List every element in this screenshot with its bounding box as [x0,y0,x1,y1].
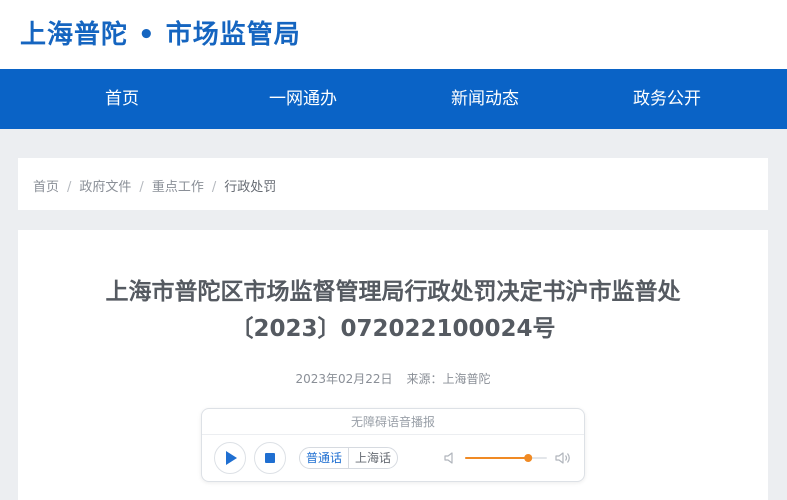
breadcrumb: 首页 / 政府文件 / 重点工作 / 行政处罚 [33,176,276,195]
nav-item-news[interactable]: 新闻动态 [415,69,555,129]
breadcrumb-panel: 首页 / 政府文件 / 重点工作 / 行政处罚 [18,158,768,210]
volume-slider[interactable] [465,449,547,467]
breadcrumb-separator: / [211,180,217,195]
play-button[interactable] [214,442,246,474]
article-source: 上海普陀 [442,372,491,386]
breadcrumb-separator: / [139,180,144,195]
volume-low-icon[interactable] [442,449,460,467]
stop-icon [265,453,275,463]
breadcrumb-separator: / [67,180,72,195]
article-title: 上海市普陀区市场监督管理局行政处罚决定书沪市监普处〔2023〕072022100… [105,279,681,342]
stop-button[interactable] [254,442,286,474]
breadcrumb-government-documents[interactable]: 政府文件 [79,180,131,195]
main-nav: 首页 一网通办 新闻动态 政务公开 [0,69,787,129]
breadcrumb-current[interactable]: 行政处罚 [224,180,276,195]
language-toggle: 普通话 上海话 [299,447,399,469]
language-mandarin-option[interactable]: 普通话 [300,448,348,468]
play-icon [226,451,237,465]
breadcrumb-key-work[interactable]: 重点工作 [152,180,204,195]
article-source-label: 来源： [406,372,443,386]
nav-item-government-affairs[interactable]: 政务公开 [597,69,737,129]
volume-slider-fill [465,457,529,459]
article-meta: 2023年02月22日 来源：上海普陀 [18,370,768,387]
site-title[interactable]: 上海普陀 • 市场监管局 [20,14,301,51]
article-panel: 上海市普陀区市场监督管理局行政处罚决定书沪市监普处〔2023〕072022100… [18,230,768,500]
breadcrumb-home[interactable]: 首页 [33,180,59,195]
player-title: 无障碍语音播报 [202,409,584,435]
nav-item-home[interactable]: 首页 [52,69,192,129]
volume-high-icon[interactable] [554,449,572,467]
nav-item-online-services[interactable]: 一网通办 [233,69,373,129]
audio-player: 无障碍语音播报 普通话 上海话 [201,408,585,482]
article-date: 2023年02月22日 [295,372,393,386]
language-shanghainese-option[interactable]: 上海话 [348,448,397,468]
volume-slider-knob[interactable] [524,454,533,462]
site-header: 上海普陀 • 市场监管局 [0,0,787,69]
